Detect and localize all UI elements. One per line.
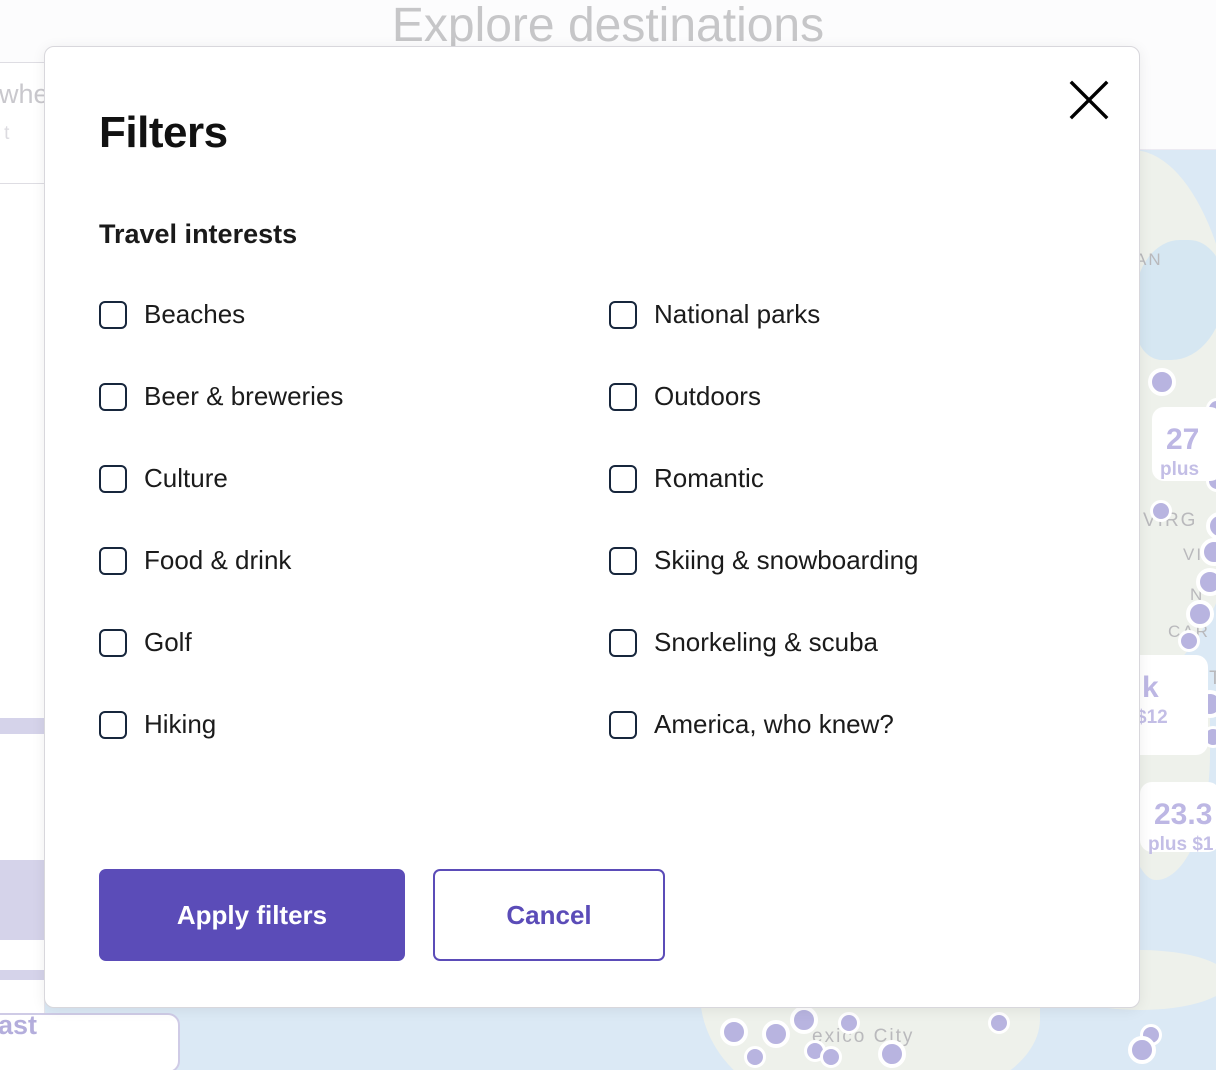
checkbox-option-label: Culture bbox=[144, 464, 228, 492]
checkbox-option-label: Food & drink bbox=[144, 546, 291, 574]
map-destination-pin[interactable] bbox=[820, 1046, 842, 1068]
checkbox-option-label: Snorkeling & scuba bbox=[654, 628, 878, 656]
checkbox-icon[interactable] bbox=[99, 465, 127, 493]
checkbox-option-label: National parks bbox=[654, 300, 820, 328]
travel-interests-column-left: Beaches Beer & breweries Culture Food & dri… bbox=[99, 300, 569, 792]
checkbox-option-label: Skiing & snowboarding bbox=[654, 546, 919, 574]
close-icon[interactable] bbox=[1061, 72, 1117, 128]
checkbox-option-left-3[interactable]: Food & drink bbox=[99, 546, 569, 628]
checkbox-option-left-0[interactable]: Beaches bbox=[99, 300, 569, 382]
checkbox-option-right-0[interactable]: National parks bbox=[609, 300, 1079, 382]
map-price-subtext: plus $1 bbox=[1148, 834, 1213, 856]
checkbox-option-right-2[interactable]: Romantic bbox=[609, 464, 1079, 546]
map-destination-pin[interactable] bbox=[988, 1012, 1010, 1034]
map-price-amount: 23.3 bbox=[1154, 798, 1212, 832]
map-destination-pin[interactable] bbox=[1128, 1036, 1156, 1064]
checkbox-option-right-4[interactable]: Snorkeling & scuba bbox=[609, 628, 1079, 710]
checkbox-option-label: Golf bbox=[144, 628, 192, 656]
apply-filters-button[interactable]: Apply filters bbox=[99, 869, 405, 961]
checkbox-option-label: Beer & breweries bbox=[144, 382, 343, 410]
map-price-subtext: $12 bbox=[1136, 707, 1168, 729]
sidebar-highlight-band bbox=[0, 718, 44, 734]
checkbox-option-right-3[interactable]: Skiing & snowboarding bbox=[609, 546, 1079, 628]
filters-dialog: Filters Travel interests Beaches Beer & b… bbox=[44, 46, 1140, 1008]
bottom-result-card-text: ast bbox=[0, 1010, 37, 1041]
checkbox-option-left-4[interactable]: Golf bbox=[99, 628, 569, 710]
map-destination-pin[interactable] bbox=[1196, 568, 1216, 596]
map-destination-pin[interactable] bbox=[1186, 600, 1214, 628]
checkbox-option-left-2[interactable]: Culture bbox=[99, 464, 569, 546]
checkbox-icon[interactable] bbox=[99, 547, 127, 575]
checkbox-icon[interactable] bbox=[99, 711, 127, 739]
checkbox-option-right-1[interactable]: Outdoors bbox=[609, 382, 1079, 464]
map-destination-pin[interactable] bbox=[878, 1040, 906, 1068]
checkbox-icon[interactable] bbox=[99, 629, 127, 657]
search-card-secondary-text: at t bbox=[0, 123, 9, 145]
travel-interests-column-right: National parks Outdoors Romantic Skiing & s… bbox=[609, 300, 1079, 792]
checkbox-icon[interactable] bbox=[609, 547, 637, 575]
results-sidebar bbox=[0, 150, 45, 1070]
checkbox-icon[interactable] bbox=[609, 629, 637, 657]
sidebar-highlight-band bbox=[0, 860, 44, 940]
map-destination-pin[interactable] bbox=[762, 1020, 790, 1048]
checkbox-option-left-1[interactable]: Beer & breweries bbox=[99, 382, 569, 464]
sidebar-highlight-band bbox=[0, 970, 44, 980]
map-price-card[interactable]: 23.3 plus $1 bbox=[1140, 782, 1216, 852]
dialog-actions: Apply filters Cancel bbox=[99, 869, 665, 961]
map-destination-pin[interactable] bbox=[1150, 500, 1172, 522]
map-price-card[interactable]: 27 plus bbox=[1152, 407, 1216, 481]
map-destination-pin[interactable] bbox=[744, 1046, 766, 1068]
checkbox-option-label: Hiking bbox=[144, 710, 216, 738]
checkbox-icon[interactable] bbox=[609, 465, 637, 493]
map-destination-pin[interactable] bbox=[720, 1018, 748, 1046]
checkbox-option-label: Beaches bbox=[144, 300, 245, 328]
section-heading-travel-interests: Travel interests bbox=[99, 219, 297, 250]
checkbox-option-label: Outdoors bbox=[654, 382, 761, 410]
cancel-button[interactable]: Cancel bbox=[433, 869, 665, 961]
checkbox-icon[interactable] bbox=[609, 383, 637, 411]
map-destination-pin[interactable] bbox=[790, 1006, 818, 1034]
dialog-title: Filters bbox=[99, 108, 228, 158]
checkbox-icon[interactable] bbox=[99, 301, 127, 329]
checkbox-option-label: Romantic bbox=[654, 464, 764, 492]
map-price-card[interactable]: k $12 bbox=[1128, 655, 1208, 755]
map-price-subtext: plus bbox=[1160, 459, 1199, 481]
map-destination-pin[interactable] bbox=[1178, 630, 1200, 652]
map-destination-pin[interactable] bbox=[1148, 368, 1176, 396]
map-price-amount: k bbox=[1142, 671, 1159, 705]
checkbox-option-label: America, who knew? bbox=[654, 710, 894, 738]
search-card-primary-text: whe bbox=[0, 79, 49, 110]
checkbox-option-left-5[interactable]: Hiking bbox=[99, 710, 569, 792]
map-price-amount: 27 bbox=[1166, 423, 1199, 457]
map-destination-pin[interactable] bbox=[838, 1012, 860, 1034]
checkbox-icon[interactable] bbox=[609, 301, 637, 329]
checkbox-icon[interactable] bbox=[99, 383, 127, 411]
checkbox-option-right-5[interactable]: America, who knew? bbox=[609, 710, 1079, 792]
checkbox-icon[interactable] bbox=[609, 711, 637, 739]
